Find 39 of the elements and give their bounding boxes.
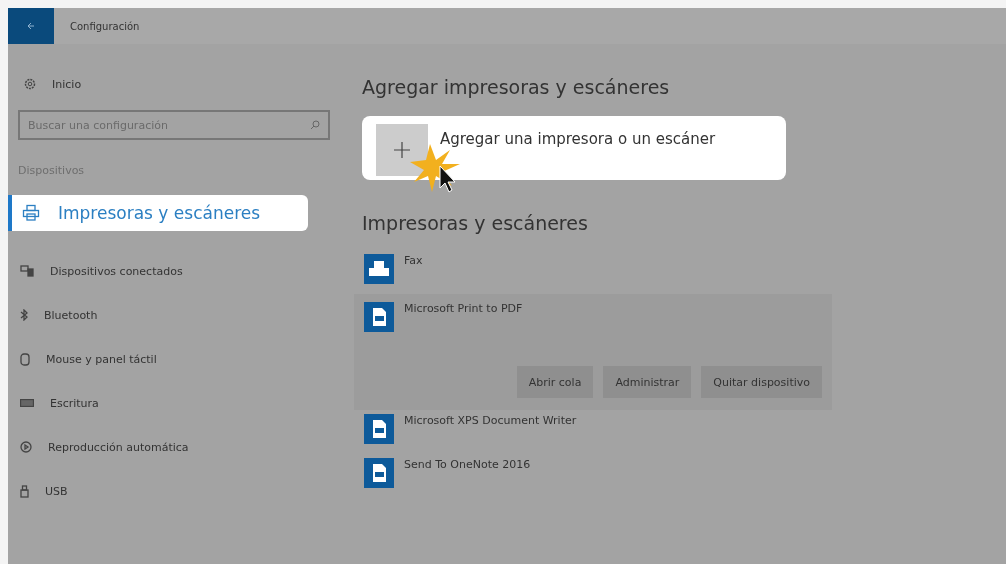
nav-item[interactable]: Mouse y panel táctil <box>8 337 328 381</box>
search-icon <box>310 120 320 130</box>
back-button[interactable] <box>8 8 54 44</box>
section-heading: Agregar impresoras y escáneres <box>362 76 671 98</box>
play-circle-icon <box>20 441 32 453</box>
devices-icon <box>20 265 34 277</box>
printer-item[interactable]: Send To OneNote 2016 <box>354 454 832 498</box>
printer-item[interactable]: Microsoft XPS Document Writer <box>354 410 832 454</box>
printer-name: Fax <box>404 254 423 267</box>
plus-icon <box>394 142 410 158</box>
mouse-icon <box>20 352 30 366</box>
nav-item[interactable]: Reproducción automática <box>8 425 328 469</box>
settings-icon <box>24 78 36 90</box>
window-title: Configuración <box>70 20 140 32</box>
printer-item[interactable]: Fax <box>354 250 832 294</box>
printer-item[interactable]: Microsoft Print to PDF Abrir cola Administrar Quitar dispositivo <box>354 294 832 410</box>
document-printer-icon <box>364 302 394 332</box>
nav-item[interactable]: Impresoras y escáneres <box>8 195 308 231</box>
bluetooth-icon <box>20 309 28 321</box>
add-printer-button[interactable]: Agregar una impresora o un escáner <box>362 116 786 180</box>
printer-name: Microsoft Print to PDF <box>404 302 523 315</box>
nav-item[interactable]: Escritura <box>8 381 328 425</box>
fax-icon <box>364 254 394 284</box>
document-printer-icon <box>364 458 394 488</box>
nav-item[interactable]: USB <box>8 469 328 513</box>
nav-item[interactable]: Bluetooth <box>8 293 328 337</box>
printer-name: Microsoft XPS Document Writer <box>404 414 577 427</box>
nav-item[interactable]: Dispositivos conectados <box>8 249 328 293</box>
back-arrow-icon <box>27 22 35 30</box>
home-link[interactable]: Inicio <box>8 68 340 100</box>
search-field[interactable]: Buscar una configuración <box>18 110 330 140</box>
keyboard-icon <box>20 399 34 407</box>
printer-icon <box>22 204 40 222</box>
printer-name: Send To OneNote 2016 <box>404 458 531 471</box>
section-heading: Impresoras y escáneres <box>362 212 589 234</box>
document-printer-icon <box>364 414 394 444</box>
action-button[interactable]: Quitar dispositivo <box>701 366 822 398</box>
action-button[interactable]: Administrar <box>603 366 692 398</box>
action-button[interactable]: Abrir cola <box>516 366 594 398</box>
